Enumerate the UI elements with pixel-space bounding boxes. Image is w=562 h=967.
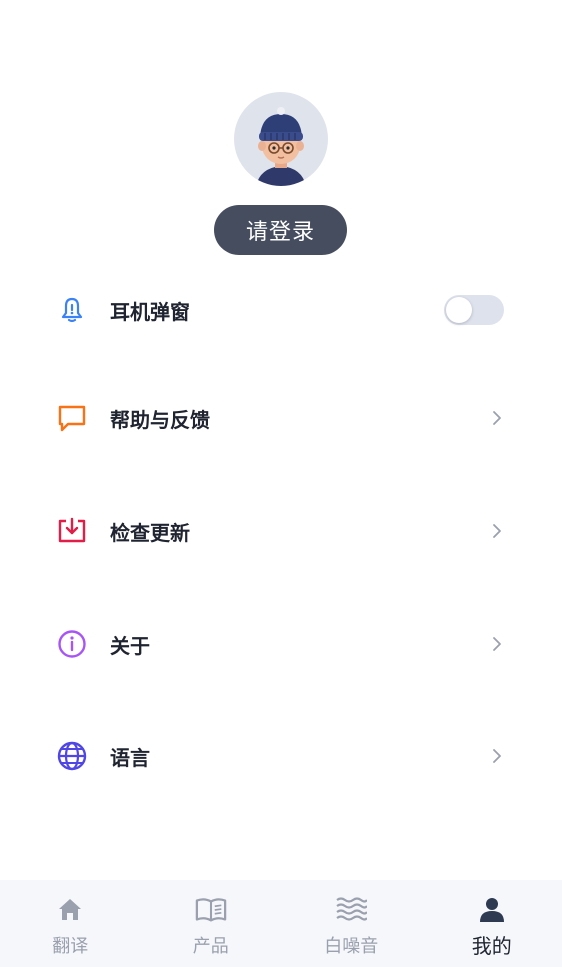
menu-label: 耳机弹窗 (110, 299, 190, 324)
user-icon (476, 894, 508, 926)
menu-row-help-feedback[interactable]: 帮助与反馈 (0, 388, 562, 448)
menu-label: 关于 (110, 633, 150, 658)
menu-row-headphone-popup: 耳机弹窗 (0, 280, 562, 340)
avatar-illustration (256, 107, 306, 186)
profile-header: 请登录 (0, 0, 562, 270)
toggle-knob (446, 297, 472, 323)
info-circle-icon (56, 628, 88, 660)
menu-row-language[interactable]: 语言 (0, 726, 562, 786)
chevron-right-icon (493, 524, 501, 538)
headphone-popup-toggle[interactable] (444, 295, 504, 325)
menu-label: 语言 (110, 745, 150, 770)
chevron-right-icon (493, 411, 501, 425)
tab-mine[interactable]: 我的 (422, 880, 562, 967)
chevron-right-icon (493, 749, 501, 763)
globe-icon (56, 740, 88, 772)
login-button[interactable]: 请登录 (214, 205, 347, 255)
menu-label: 帮助与反馈 (110, 407, 210, 432)
chevron-right-icon (493, 637, 501, 651)
tab-label: 白噪音 (324, 936, 379, 957)
tab-label: 翻译 (52, 936, 89, 957)
tab-white-noise[interactable]: 白噪音 (281, 880, 422, 967)
waves-icon (335, 894, 368, 926)
message-square-icon (56, 402, 88, 434)
bell-icon (56, 294, 88, 326)
bottom-tab-bar: 翻译 产品 白噪音 我的 (0, 880, 562, 967)
tab-label: 产品 (192, 936, 229, 957)
tab-translate[interactable]: 翻译 (0, 880, 141, 967)
tab-label: 我的 (471, 934, 512, 958)
book-icon (195, 894, 227, 926)
tab-products[interactable]: 产品 (141, 880, 282, 967)
menu-label: 检查更新 (110, 520, 190, 545)
home-icon (54, 894, 86, 926)
download-box-icon (56, 515, 88, 547)
menu-row-check-update[interactable]: 检查更新 (0, 501, 562, 561)
avatar[interactable] (234, 92, 328, 186)
menu-row-about[interactable]: 关于 (0, 614, 562, 674)
